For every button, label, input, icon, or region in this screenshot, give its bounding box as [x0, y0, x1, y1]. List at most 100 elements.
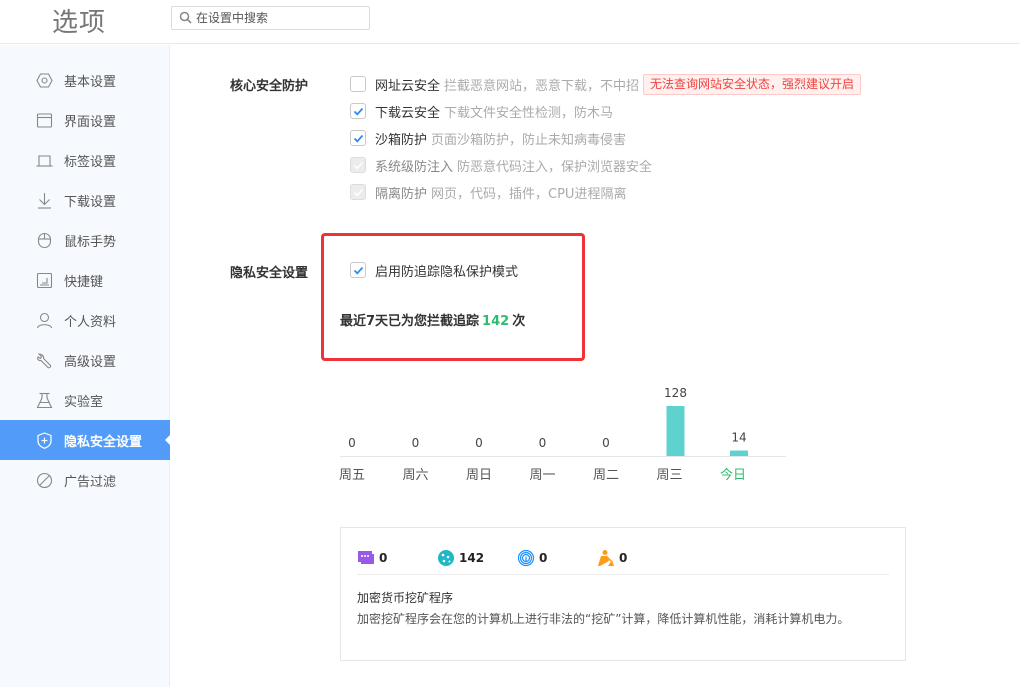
anti-tracking-checkbox[interactable]	[350, 262, 366, 278]
sidebar-item-basic[interactable]: 基本设置	[0, 60, 170, 100]
tracking-blocked-stat: 最近7天已为您拦截追踪 142 次	[340, 310, 525, 329]
weekly-tracking-chart: 0 周五 0 周六 0 周日 0 周一 0 周二 128 周三 14 今日	[330, 380, 800, 490]
tracker-stats-panel: 0 142 0 0 加密货币挖矿程序 加密挖矿程序会在您的计算机上进行非法的“挖…	[340, 527, 906, 661]
sidebar-item-download[interactable]: 下载设置	[0, 180, 170, 220]
option-anti-injection: 系统级防注入 防恶意代码注入，保护浏览器安全	[350, 155, 652, 175]
option-sandbox-protection[interactable]: 沙箱防护 页面沙箱防护，防止未知病毒侵害	[350, 128, 626, 148]
sidebar-item-tabs[interactable]: 标签设置	[0, 140, 170, 180]
check-icon	[353, 188, 364, 197]
check-icon	[353, 161, 364, 170]
check-icon	[353, 107, 364, 116]
sidebar-item-advanced[interactable]: 高级设置	[0, 340, 170, 380]
sidebar-item-label: 下载设置	[64, 195, 117, 210]
fingerprint-icon	[517, 549, 535, 567]
category-label: 周二	[593, 468, 619, 483]
mouse-icon	[37, 232, 52, 249]
cookie-icon	[438, 550, 454, 566]
category-label: 周六	[402, 468, 428, 483]
sidebar-item-label: 鼠标手势	[64, 235, 117, 250]
stat-value: 0	[619, 551, 628, 565]
sidebar-item-label: 基本设置	[64, 75, 117, 90]
category-label: 周日	[466, 468, 492, 483]
check-icon	[353, 266, 364, 275]
stat-crypto-miners[interactable]: 0	[597, 548, 627, 568]
bar-chart: 0 周五 0 周六 0 周日 0 周一 0 周二 128 周三 14 今日	[339, 386, 786, 483]
window-icon	[36, 113, 53, 128]
core-security-label: 核心安全防护	[230, 79, 309, 94]
sidebar-item-label: 广告过滤	[64, 475, 117, 490]
search-input[interactable]	[196, 9, 366, 27]
stat-prefix: 最近7天已为您拦截追踪	[340, 314, 480, 329]
category-label: 周五	[339, 468, 365, 483]
option-title: 沙箱防护	[375, 132, 428, 148]
sidebar-item-label: 高级设置	[64, 355, 117, 370]
sidebar-item-label: 快捷键	[64, 275, 104, 290]
shield-plus-icon	[37, 432, 52, 449]
page-title: 选项	[52, 8, 107, 38]
sidebar-item-label: 实验室	[64, 395, 104, 410]
option-title: 启用防追踪隐私保护模式	[375, 264, 519, 280]
chart-bar	[666, 406, 685, 456]
bar-value-label: 0	[348, 436, 356, 450]
option-title: 系统级防注入	[375, 159, 454, 175]
check-icon	[353, 134, 364, 143]
option-isolation-protection: 隔离防护 网页，代码，插件，CPU进程隔离	[350, 182, 626, 202]
search-icon	[179, 11, 192, 24]
url-cloud-security-checkbox[interactable]	[350, 76, 366, 92]
privacy-security-label: 隐私安全设置	[230, 266, 309, 281]
detail-title: 加密货币挖矿程序	[357, 591, 454, 605]
bar-value-label: 0	[475, 436, 483, 450]
flask-icon	[36, 392, 53, 409]
option-description: 防恶意代码注入，保护浏览器安全	[457, 159, 653, 175]
highlight-box	[321, 233, 585, 361]
stat-ad-trackers[interactable]: 0	[357, 548, 387, 568]
download-cloud-security-checkbox[interactable]	[350, 103, 366, 119]
stat-value: 0	[379, 551, 388, 565]
bar-value-label: 0	[602, 436, 610, 450]
sandbox-protection-checkbox[interactable]	[350, 130, 366, 146]
option-description: 下载文件安全性检测，防木马	[444, 105, 614, 121]
sidebar-item-interface[interactable]: 界面设置	[0, 100, 170, 140]
sidebar-item-label: 个人资料	[64, 315, 117, 330]
sidebar-item-label: 隐私安全设置	[64, 435, 143, 450]
stat-cookie-trackers[interactable]: 142	[437, 548, 484, 568]
warning-badge: 无法查询网站安全状态，强烈建议开启	[643, 73, 862, 95]
miner-icon	[598, 550, 614, 566]
option-description: 拦截恶意网站，恶意下载，不中招	[444, 78, 640, 94]
sidebar-item-lab[interactable]: 实验室	[0, 380, 170, 420]
option-title: 网址云安全	[375, 78, 441, 94]
detail-description: 加密挖矿程序会在您的计算机上进行非法的“挖矿”计算，降低计算机性能，消耗计算机电…	[357, 612, 850, 626]
anti-injection-checkbox	[350, 157, 366, 173]
sidebar-item-shortcuts[interactable]: 快捷键	[0, 260, 170, 300]
wrench-icon	[37, 353, 52, 369]
shortcut-icon	[36, 272, 53, 289]
stat-fingerprint-trackers[interactable]: 0	[517, 548, 547, 568]
bar-value-label: 0	[412, 436, 420, 450]
option-download-cloud-security[interactable]: 下载云安全 下载文件安全性检测，防木马	[350, 101, 613, 121]
option-title: 隔离防护	[375, 186, 428, 202]
tab-icon	[36, 155, 53, 167]
user-icon	[36, 312, 53, 329]
sidebar-item-privacy-security[interactable]: 隐私安全设置	[0, 420, 171, 460]
stat-value: 0	[539, 551, 548, 565]
chart-bar	[730, 450, 748, 456]
bar-value-label: 0	[539, 436, 547, 450]
category-label: 周三	[656, 468, 682, 483]
sidebar: 基本设置 界面设置 标签设置 下载设置 鼠标手势 快捷键 个人资料 高级设置 实…	[0, 45, 171, 687]
category-label: 周一	[529, 468, 555, 483]
download-icon	[38, 193, 51, 209]
bar-value-label: 128	[664, 386, 687, 400]
sidebar-item-ad-filter[interactable]: 广告过滤	[0, 460, 170, 500]
option-anti-tracking[interactable]: 启用防追踪隐私保护模式	[350, 260, 522, 280]
block-icon	[36, 472, 53, 489]
panel-divider	[357, 574, 889, 575]
option-description: 页面沙箱防护，防止未知病毒侵害	[431, 132, 627, 148]
sidebar-item-mouse-gesture[interactable]: 鼠标手势	[0, 220, 170, 260]
stat-count: 142	[482, 314, 510, 329]
sidebar-item-profile[interactable]: 个人资料	[0, 300, 170, 340]
isolation-protection-checkbox	[350, 184, 366, 200]
option-url-cloud-security[interactable]: 网址云安全 拦截恶意网站，恶意下载，不中招 无法查询网站安全状态，强烈建议开启	[350, 73, 862, 95]
search-box[interactable]	[171, 6, 370, 30]
bar-value-label: 14	[731, 431, 746, 445]
option-description: 网页，代码，插件，CPU进程隔离	[431, 186, 627, 202]
